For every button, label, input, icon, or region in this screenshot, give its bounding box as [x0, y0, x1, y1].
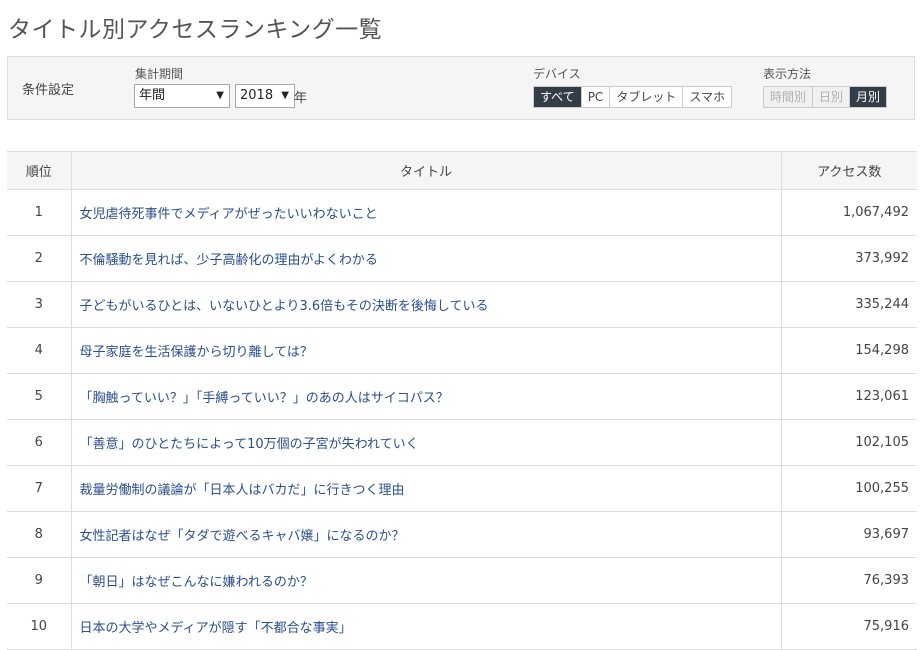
caret-down-icon: ▼ — [216, 90, 224, 101]
display-daily-button[interactable]: 日別 — [813, 87, 851, 107]
table-row: 1 女児虐待死事件でメディアがぜったいいわないこと 1,067,492 — [7, 189, 917, 236]
rank-cell: 1 — [7, 189, 71, 236]
count-cell: 154,298 — [780, 327, 917, 374]
display-label: 表示方法 — [763, 67, 812, 81]
display-monthly-button[interactable]: 月別 — [850, 87, 887, 107]
title-link[interactable]: 裁量労働制の議論が「日本人はバカだ」に行きつく理由 — [80, 483, 405, 498]
header-rank[interactable]: 順位 — [7, 151, 71, 190]
title-link[interactable]: 「善意」のひとたちによって10万個の子宮が失われていく — [80, 437, 419, 452]
table-row: 2 不倫騒動を見れば、少子高齢化の理由がよくわかる 373,992 — [7, 235, 917, 282]
year-suffix: 年 — [294, 91, 308, 106]
rank-cell: 4 — [7, 327, 71, 374]
display-button-group: 時間別 日別 月別 — [763, 86, 888, 108]
device-button-group: すべて PC タブレット スマホ — [533, 86, 732, 108]
title-link[interactable]: 女性記者はなぜ「タダで遊べるキャバ嬢」になるのか？ — [80, 529, 405, 544]
table-row: 8 女性記者はなぜ「タダで遊べるキャバ嬢」になるのか？ 93,697 — [7, 511, 917, 558]
count-cell: 100,255 — [780, 465, 917, 512]
device-smartphone-button[interactable]: スマホ — [683, 87, 731, 107]
device-pc-button[interactable]: PC — [581, 87, 611, 107]
caret-down-icon: ▼ — [281, 90, 289, 101]
table-row: 9 「朝日」はなぜこんなに嫌われるのか？ 76,393 — [7, 557, 917, 604]
count-cell: 102,105 — [780, 419, 917, 466]
rank-cell: 9 — [7, 557, 71, 604]
year-value: 2018 — [240, 88, 274, 103]
period-type-select[interactable]: 年間 ▼ — [134, 84, 230, 108]
count-cell: 1,067,492 — [780, 189, 917, 236]
display-hourly-button[interactable]: 時間別 — [764, 87, 814, 107]
count-cell: 93,697 — [780, 511, 917, 558]
settings-panel: 条件設定 集計期間 年間 ▼ 2018 ▼ 年 デバイス すべて PC タブレッ… — [7, 56, 915, 120]
table-row: 4 母子家庭を生活保護から切り離しては？ 154,298 — [7, 327, 917, 374]
table-row: 5 「胸触っていい？」「手縛っていい？」のあの人はサイコパス？ 123,061 — [7, 373, 917, 420]
device-label: デバイス — [533, 67, 581, 81]
rank-cell: 6 — [7, 419, 71, 466]
table-row: 7 裁量労働制の議論が「日本人はバカだ」に行きつく理由 100,255 — [7, 465, 917, 512]
table-header-row: 順位 タイトル アクセス数 — [7, 151, 917, 190]
settings-label: 条件設定 — [22, 83, 75, 98]
page-title: タイトル別アクセスランキング一覧 — [8, 17, 383, 43]
rank-cell: 10 — [7, 603, 71, 650]
year-select[interactable]: 2018 ▼ — [235, 84, 295, 108]
count-cell: 335,244 — [780, 281, 917, 328]
rank-cell: 2 — [7, 235, 71, 282]
table-row: 3 子どもがいるひとは、いないひとより3.6倍もその決断を後悔している 335,… — [7, 281, 917, 328]
header-title[interactable]: タイトル — [70, 151, 781, 190]
count-cell: 123,061 — [780, 373, 917, 420]
device-all-button[interactable]: すべて — [534, 87, 582, 107]
ranking-table: 順位 タイトル アクセス数 1 女児虐待死事件でメディアがぜったいいわないこと … — [7, 151, 917, 650]
table-row: 6 「善意」のひとたちによって10万個の子宮が失われていく 102,105 — [7, 419, 917, 466]
device-tablet-button[interactable]: タブレット — [610, 87, 684, 107]
title-link[interactable]: 日本の大学やメディアが隠す「不都合な事実」 — [80, 621, 352, 636]
title-link[interactable]: 「朝日」はなぜこんなに嫌われるのか？ — [80, 575, 313, 590]
title-link[interactable]: 母子家庭を生活保護から切り離しては？ — [80, 345, 313, 360]
title-link[interactable]: 「胸触っていい？」「手縛っていい？」のあの人はサイコパス？ — [80, 391, 449, 406]
rank-cell: 3 — [7, 281, 71, 328]
title-link[interactable]: 不倫騒動を見れば、少子高齢化の理由がよくわかる — [80, 253, 378, 268]
period-label: 集計期間 — [135, 67, 184, 81]
count-cell: 76,393 — [780, 557, 917, 604]
table-row: 10 日本の大学やメディアが隠す「不都合な事実」 75,916 — [7, 603, 917, 650]
rank-cell: 8 — [7, 511, 71, 558]
title-link[interactable]: 女児虐待死事件でメディアがぜったいいわないこと — [80, 207, 378, 222]
rank-cell: 5 — [7, 373, 71, 420]
count-cell: 373,992 — [780, 235, 917, 282]
rank-cell: 7 — [7, 465, 71, 512]
header-access-count[interactable]: アクセス数 — [780, 151, 917, 190]
period-type-value: 年間 — [139, 88, 166, 103]
count-cell: 75,916 — [780, 603, 917, 650]
title-link[interactable]: 子どもがいるひとは、いないひとより3.6倍もその決断を後悔している — [80, 299, 489, 314]
